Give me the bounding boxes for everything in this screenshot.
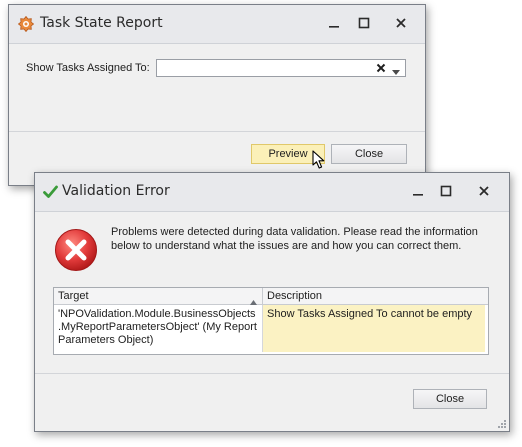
check-icon xyxy=(43,185,58,199)
task-window-titlebar[interactable]: Task State Report xyxy=(9,5,425,44)
task-footer-divider xyxy=(9,131,425,132)
column-header-target-label: Target xyxy=(58,290,89,302)
validation-maximize-button[interactable] xyxy=(437,182,455,200)
assigned-to-combobox[interactable] xyxy=(156,59,406,77)
sort-ascending-icon xyxy=(250,294,257,305)
close-icon xyxy=(479,186,489,196)
maximize-icon xyxy=(358,17,370,29)
table-row[interactable]: 'NPOValidation.Module.BusinessObjects.My… xyxy=(54,305,488,354)
minimize-icon xyxy=(413,194,423,196)
column-header-description[interactable]: Description xyxy=(263,288,488,305)
error-x-icon xyxy=(54,228,98,272)
cell-target: 'NPOValidation.Module.BusinessObjects.My… xyxy=(54,305,263,352)
show-tasks-label: Show Tasks Assigned To: xyxy=(26,62,150,74)
maximize-icon xyxy=(440,185,452,197)
close-window-button[interactable] xyxy=(392,14,410,32)
app-gear-icon xyxy=(17,15,35,33)
column-header-description-label: Description xyxy=(267,290,323,302)
task-close-button[interactable]: Close xyxy=(331,144,407,164)
minimize-button[interactable] xyxy=(325,14,343,32)
minimize-icon xyxy=(329,26,339,28)
task-window-title: Task State Report xyxy=(40,15,163,31)
dropdown-arrow-icon[interactable] xyxy=(392,66,400,75)
validation-footer-divider xyxy=(35,373,509,374)
cell-description: Show Tasks Assigned To cannot be empty xyxy=(263,305,485,352)
maximize-button[interactable] xyxy=(355,14,373,32)
validation-close-window-button[interactable] xyxy=(475,182,493,200)
mouse-pointer-icon xyxy=(312,150,326,170)
resize-grip-icon[interactable] xyxy=(497,419,507,429)
clear-x-icon[interactable] xyxy=(376,63,386,73)
validation-results-grid[interactable]: Target Description 'NPOValidation.Module… xyxy=(53,287,489,355)
validation-error-window: Validation Error Problems were detected … xyxy=(34,172,510,432)
task-state-report-window: Task State Report Show Tasks Assigned To… xyxy=(8,4,426,186)
validation-window-title: Validation Error xyxy=(62,183,170,199)
close-icon xyxy=(396,18,406,28)
column-header-target[interactable]: Target xyxy=(54,288,263,305)
validation-window-titlebar[interactable]: Validation Error xyxy=(35,173,509,212)
validation-minimize-button[interactable] xyxy=(409,182,427,200)
validation-close-button[interactable]: Close xyxy=(413,389,487,409)
validation-message: Problems were detected during data valid… xyxy=(111,226,478,252)
